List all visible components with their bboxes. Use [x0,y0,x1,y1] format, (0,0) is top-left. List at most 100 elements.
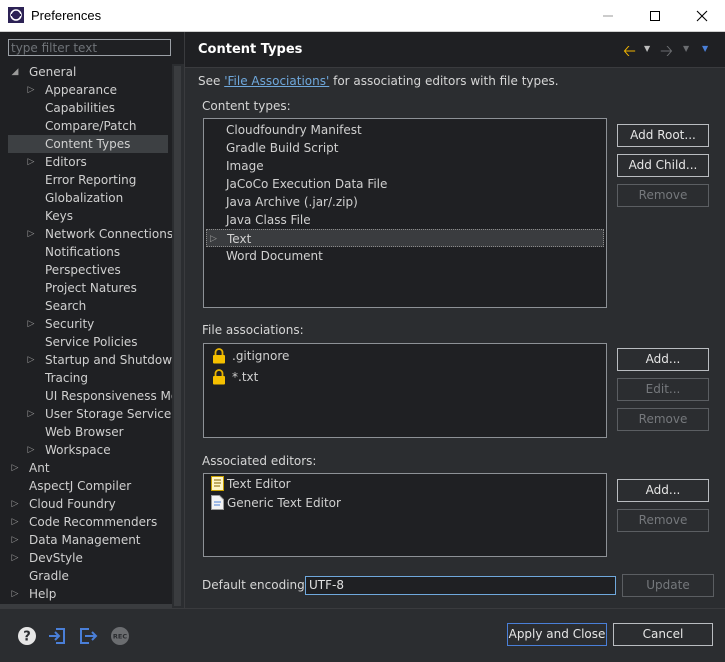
tree-item[interactable]: ▷ Network Connections [0,225,174,243]
maximize-button[interactable] [632,0,678,31]
collapse-arrow-icon[interactable]: ▷ [26,351,36,369]
tree-item[interactable]: Tracing [0,369,172,387]
tree-item-label: Project Natures [45,281,137,295]
tree-item[interactable]: Notifications [0,243,172,261]
hint-prefix: See [198,74,225,88]
content-types-tree[interactable]: Cloudfoundry Manifest Gradle Build Script… [203,118,607,308]
forward-arrow-icon[interactable]: 🡢 [660,40,673,67]
tree-item[interactable]: ▷ Data Management [0,531,172,549]
collapse-arrow-icon[interactable]: ▷ [10,549,20,567]
file-association-item[interactable]: .gitignore [208,347,598,365]
tree-item[interactable]: AspectJ Compiler [0,477,172,495]
remove-editor-button[interactable]: Remove [617,509,709,532]
collapse-arrow-icon[interactable]: ▷ [26,315,36,333]
export-icon[interactable] [78,626,98,646]
tree-item[interactable]: ▷ Workspace [0,441,172,459]
content-types-page: Content Types 🡠 ▼ 🡢 ▼ ▼ See 'File Associ… [185,32,725,608]
back-arrow-icon[interactable]: 🡠 [623,40,636,67]
remove-file-association-button[interactable]: Remove [617,408,709,431]
tree-item[interactable]: ◢ General [0,63,172,81]
view-menu-icon[interactable]: ▼ [702,44,708,53]
collapse-arrow-icon[interactable]: ▷ [26,405,36,423]
edit-file-association-button[interactable]: Edit... [617,378,709,401]
tree-item[interactable]: Keys [0,207,172,225]
apply-and-close-button[interactable]: Apply and Close [507,623,607,646]
tree-item[interactable]: ▷ Startup and Shutdown [0,351,180,369]
associated-editors-list[interactable]: Text Editor Generic Text Editor [203,473,607,557]
collapse-arrow-icon[interactable]: ▷ [26,153,36,171]
collapse-arrow-icon[interactable]: ▷ [10,585,20,603]
tree-item[interactable]: Gradle [0,567,172,585]
help-icon[interactable]: ? [17,626,37,646]
collapse-arrow-icon[interactable]: ▷ [26,81,36,99]
tree-item[interactable]: Content Types [8,135,168,153]
tree-item-label: Editors [45,155,87,169]
update-button[interactable]: Update [622,574,714,597]
tree-vertical-scrollbar[interactable] [172,64,184,608]
tree-item[interactable]: ▷ DevStyle [0,549,172,567]
tree-item[interactable]: UI Responsiveness Mor [0,387,183,405]
tree-item[interactable]: ▷ Help [0,585,172,603]
record-icon[interactable]: REC [110,626,130,646]
tree-item[interactable]: Web Browser [0,423,172,441]
content-type-item[interactable]: Java Class File [206,211,604,229]
content-type-item[interactable]: ▷ Text [206,229,604,247]
cancel-button[interactable]: Cancel [613,623,713,646]
window-title: Preferences [31,8,102,23]
tree-item[interactable]: Service Policies [0,333,172,351]
tree-item[interactable]: Capabilities [0,99,172,117]
tree-item[interactable]: ▷ User Storage Service [0,405,172,423]
tree-item[interactable]: ▷ Security [0,315,172,333]
content-type-label: Java Class File [226,213,311,227]
tree-item[interactable]: ▷ Code Recommenders [0,513,172,531]
default-encoding-input[interactable]: UTF-8 [305,576,616,595]
tree-item[interactable]: ▷ Ant [0,459,172,477]
content-type-label: Image [226,159,264,173]
collapse-arrow-icon[interactable]: ▷ [10,531,20,549]
back-dropdown-icon[interactable]: ▼ [644,44,650,53]
forward-dropdown-icon[interactable]: ▼ [683,44,689,53]
tree-item[interactable]: ▷ Cloud Foundry [0,495,172,513]
associated-editor-item[interactable]: Generic Text Editor [208,494,598,512]
collapse-arrow-icon[interactable]: ▷ [210,230,217,248]
add-child-button[interactable]: Add Child... [617,154,709,177]
tree-item[interactable]: Search [0,297,172,315]
tree-item[interactable]: Globalization [0,189,172,207]
content-type-item[interactable]: Java Archive (.jar/.zip) [206,193,604,211]
collapse-arrow-icon[interactable]: ▷ [26,441,36,459]
content-type-label: Gradle Build Script [226,141,339,155]
tree-item[interactable]: Compare/Patch [0,117,172,135]
collapse-arrow-icon[interactable]: ▷ [26,225,36,243]
scrollbar-thumb[interactable] [174,66,181,606]
content-type-item[interactable]: Word Document [206,247,604,265]
content-type-label: Word Document [226,249,323,263]
tree-item[interactable]: Project Natures [0,279,172,297]
file-associations-list[interactable]: .gitignore *.txt [203,343,607,438]
tree-item-label: Ant [29,461,50,475]
collapse-arrow-icon[interactable]: ▷ [10,495,20,513]
remove-content-type-button[interactable]: Remove [617,184,709,207]
footer-divider [0,608,725,609]
content-type-item[interactable]: Gradle Build Script [206,139,604,157]
tree-item[interactable]: Perspectives [0,261,172,279]
file-associations-link[interactable]: 'File Associations' [224,74,329,88]
collapse-arrow-icon[interactable]: ▷ [10,459,20,477]
content-type-item[interactable]: Image [206,157,604,175]
tree-item[interactable]: Error Reporting [0,171,172,189]
content-type-item[interactable]: Cloudfoundry Manifest [206,121,604,139]
add-root-button[interactable]: Add Root... [617,124,709,147]
collapse-arrow-icon[interactable]: ▷ [10,513,20,531]
add-file-association-button[interactable]: Add... [617,348,709,371]
filter-input[interactable]: type filter text [8,39,171,56]
tree-item-label: Search [45,299,87,313]
add-editor-button[interactable]: Add... [617,479,709,502]
close-button[interactable] [679,0,725,31]
import-icon[interactable] [47,626,67,646]
associated-editor-item[interactable]: Text Editor [208,475,598,493]
content-type-item[interactable]: JaCoCo Execution Data File [206,175,604,193]
tree-item[interactable]: ▷ Editors [0,153,172,171]
minimize-button[interactable] [585,0,631,31]
expand-arrow-icon[interactable]: ◢ [10,63,20,81]
tree-item[interactable]: ▷ Appearance [0,81,172,99]
file-association-item[interactable]: *.txt [208,368,598,386]
